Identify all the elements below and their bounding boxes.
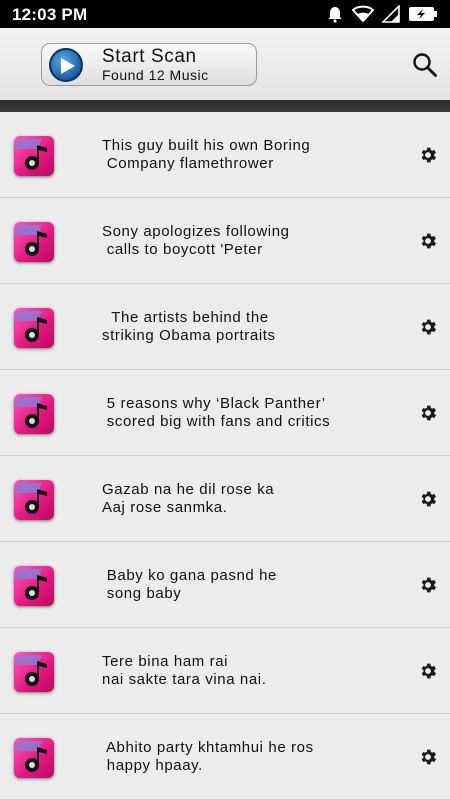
gear-icon[interactable] — [418, 145, 438, 165]
list-item[interactable]: This guy built his own Boring Company fl… — [0, 112, 450, 198]
song-title: Abhito party khtamhui he ros happy hpaay… — [102, 739, 382, 775]
status-time: 12:03 PM — [12, 5, 88, 24]
song-title-line-2: scored big with fans and critics — [102, 413, 331, 430]
gear-icon[interactable] — [418, 661, 438, 681]
start-scan-button[interactable]: Start Scan Found 12 Music — [41, 43, 257, 86]
song-title-line-1: Baby ko gana pasnd he — [102, 567, 277, 584]
music-note-icon — [14, 652, 54, 692]
song-title-line-2: calls to boycott 'Peter — [102, 241, 263, 258]
song-title: This guy built his own Boring Company fl… — [102, 137, 382, 173]
song-title: Sony apologizes following calls to boyco… — [102, 223, 382, 259]
music-note-icon — [14, 566, 54, 606]
song-title-line-1: 5 reasons why ‘Black Panther’ — [102, 395, 326, 412]
music-note-icon — [14, 480, 54, 520]
battery-charging-icon — [409, 7, 437, 21]
gear-icon[interactable] — [418, 747, 438, 767]
song-title-line-2: song baby — [102, 585, 182, 602]
song-title-line-2: Company flamethrower — [102, 155, 274, 172]
song-title-line-1: Sony apologizes following — [102, 223, 290, 240]
notification-alarm-icon — [328, 7, 342, 23]
music-note-icon — [14, 308, 54, 348]
gear-icon[interactable] — [418, 403, 438, 423]
song-title-line-2: Aaj rose sanmka. — [102, 499, 228, 516]
gear-icon[interactable] — [418, 231, 438, 251]
header-divider — [0, 100, 450, 112]
music-note-icon — [14, 222, 54, 262]
gear-icon[interactable] — [418, 575, 438, 595]
status-icons — [326, 4, 438, 24]
wifi-icon — [352, 5, 374, 23]
song-title-line-1: Tere bina ham rai — [102, 653, 229, 670]
status-bar: 12:03 PM — [0, 0, 450, 28]
song-list: This guy built his own Boring Company fl… — [0, 112, 450, 800]
scan-text: Start Scan Found 12 Music — [102, 46, 209, 84]
play-icon — [49, 47, 83, 82]
gear-icon[interactable] — [418, 489, 438, 509]
song-title-line-1: The artists behind the — [102, 309, 269, 326]
app-bar: Start Scan Found 12 Music — [0, 28, 450, 100]
song-title-line-2: striking Obama portraits — [102, 327, 276, 344]
song-title: Tere bina ham rai nai sakte tara vina nai… — [102, 653, 382, 689]
signal-icon — [382, 5, 400, 23]
list-item[interactable]: Baby ko gana pasnd he song baby — [0, 542, 450, 628]
gear-icon[interactable] — [418, 317, 438, 337]
song-title-line-1: Abhito party khtamhui he ros — [102, 739, 314, 756]
song-title-line-1: Gazab na he dil rose ka — [102, 481, 275, 498]
scan-subtitle: Found 12 Music — [102, 66, 209, 83]
scan-title: Start Scan — [102, 45, 197, 67]
music-note-icon — [14, 394, 54, 434]
search-icon[interactable] — [412, 52, 438, 78]
list-item[interactable]: The artists behind the striking Obama por… — [0, 284, 450, 370]
list-item[interactable]: Tere bina ham rai nai sakte tara vina nai… — [0, 628, 450, 714]
song-title-line-2: nai sakte tara vina nai. — [102, 671, 267, 688]
song-title: The artists behind the striking Obama por… — [102, 309, 382, 345]
list-item[interactable]: Abhito party khtamhui he ros happy hpaay… — [0, 714, 450, 800]
music-note-icon — [14, 136, 54, 176]
list-item[interactable]: 5 reasons why ‘Black Panther’ scored big… — [0, 370, 450, 456]
list-item[interactable]: Gazab na he dil rose ka Aaj rose sanmka. — [0, 456, 450, 542]
song-title: 5 reasons why ‘Black Panther’ scored big… — [102, 395, 382, 431]
list-item[interactable]: Sony apologizes following calls to boyco… — [0, 198, 450, 284]
music-note-icon — [14, 738, 54, 778]
song-title: Gazab na he dil rose ka Aaj rose sanmka. — [102, 481, 382, 517]
song-title-line-1: This guy built his own Boring — [102, 137, 311, 154]
song-title-line-2: happy hpaay. — [102, 757, 203, 774]
song-title: Baby ko gana pasnd he song baby — [102, 567, 382, 603]
